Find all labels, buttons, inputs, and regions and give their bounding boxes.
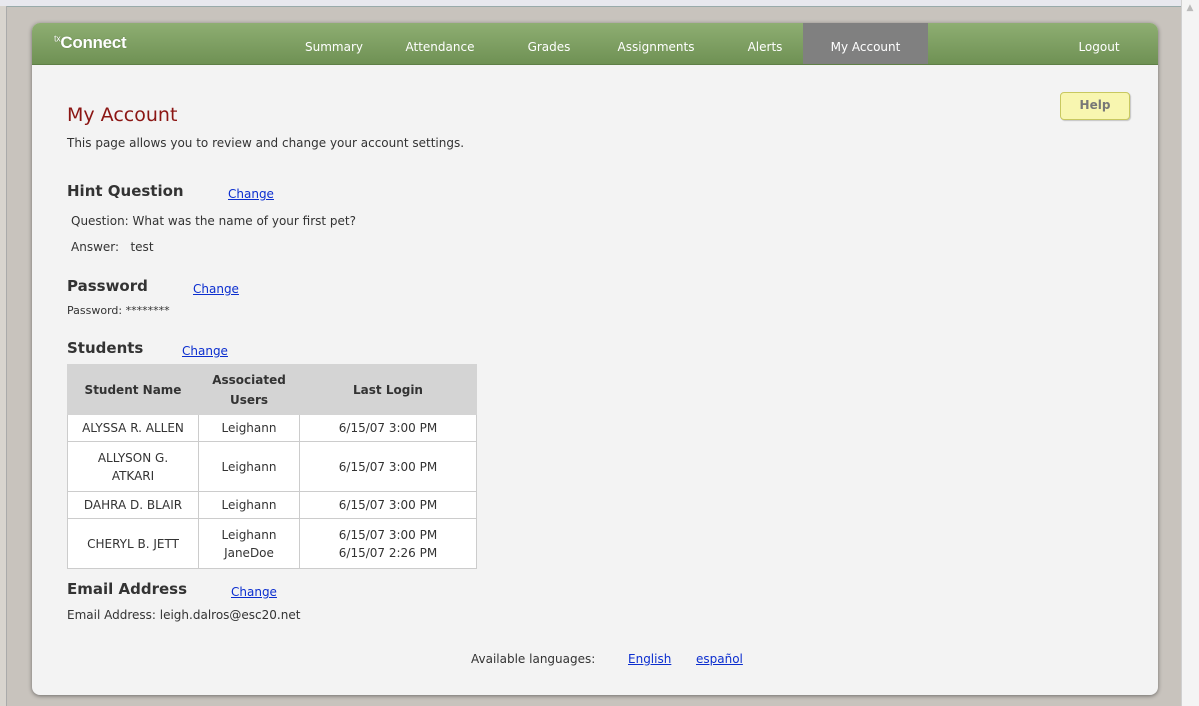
table-header-row: Student Name Associated Users Last Login xyxy=(67,364,477,415)
associated-users-cell: Leighann xyxy=(198,491,300,519)
email-change-link[interactable]: Change xyxy=(231,585,277,599)
last-login-cell: 6/15/07 3:00 PM xyxy=(299,414,477,442)
nav-alerts[interactable]: Alerts xyxy=(735,23,795,64)
top-navbar: txConnect Summary Attendance Grades Assi… xyxy=(32,23,1158,65)
table-row: DAHRA D. BLAIR Leighann 6/15/07 3:00 PM xyxy=(67,491,477,519)
help-button[interactable]: Help xyxy=(1060,92,1130,120)
nav-assignments[interactable]: Assignments xyxy=(606,23,706,64)
email-text: Email Address: leigh.dalros@esc20.net xyxy=(67,608,301,622)
column-header-student-name: Student Name xyxy=(67,364,199,415)
password-change-link[interactable]: Change xyxy=(193,282,239,296)
table-row: CHERYL B. JETT Leighann JaneDoe 6/15/07 … xyxy=(67,518,477,569)
page-title: My Account xyxy=(67,104,178,126)
nav-grades[interactable]: Grades xyxy=(519,23,579,64)
last-login-cell: 6/15/07 3:00 PM 6/15/07 2:26 PM xyxy=(299,518,477,569)
password-heading: Password xyxy=(67,277,148,295)
last-login-cell: 6/15/07 3:00 PM xyxy=(299,491,477,519)
column-header-associated-users: Associated Users xyxy=(198,364,300,415)
vertical-scrollbar[interactable] xyxy=(1181,0,1199,706)
students-heading: Students xyxy=(67,339,144,357)
associated-users-cell: Leighann JaneDoe xyxy=(198,518,300,569)
associated-users-cell: Leighann xyxy=(198,414,300,442)
scroll-up-arrow-icon[interactable]: ▲ xyxy=(1185,3,1195,13)
language-espanol-link[interactable]: español xyxy=(696,652,743,666)
nav-my-account[interactable]: My Account xyxy=(803,23,928,64)
students-change-link[interactable]: Change xyxy=(182,344,228,358)
main-panel: txConnect Summary Attendance Grades Assi… xyxy=(32,23,1158,695)
student-name-cell: ALLYSON G. ATKARI xyxy=(67,441,199,492)
hint-change-link[interactable]: Change xyxy=(228,187,274,201)
browser-frame-top xyxy=(0,0,1181,7)
txconnect-logo: txConnect xyxy=(54,33,127,52)
browser-frame-left xyxy=(0,6,7,706)
nav-summary[interactable]: Summary xyxy=(299,23,369,64)
last-login-cell: 6/15/07 3:00 PM xyxy=(299,441,477,492)
hint-question-heading: Hint Question xyxy=(67,182,184,200)
nav-logout[interactable]: Logout xyxy=(1069,23,1129,64)
students-table: Student Name Associated Users Last Login… xyxy=(67,364,477,569)
password-text: Password: ******** xyxy=(67,304,170,317)
email-heading: Email Address xyxy=(67,580,188,598)
table-row: ALLYSON G. ATKARI Leighann 6/15/07 3:00 … xyxy=(67,441,477,492)
language-english-link[interactable]: English xyxy=(628,652,671,666)
student-name-cell: ALYSSA R. ALLEN xyxy=(67,414,199,442)
column-header-last-login: Last Login xyxy=(299,364,477,415)
associated-users-cell: Leighann xyxy=(198,441,300,492)
page-intro: This page allows you to review and chang… xyxy=(67,136,465,150)
hint-question-text: Question: What was the name of your firs… xyxy=(71,214,356,228)
nav-attendance[interactable]: Attendance xyxy=(395,23,485,64)
student-name-cell: CHERYL B. JETT xyxy=(67,518,199,569)
languages-label: Available languages: xyxy=(471,652,596,666)
table-row: ALYSSA R. ALLEN Leighann 6/15/07 3:00 PM xyxy=(67,414,477,442)
student-name-cell: DAHRA D. BLAIR xyxy=(67,491,199,519)
hint-answer-text: Answer: test xyxy=(71,240,154,254)
